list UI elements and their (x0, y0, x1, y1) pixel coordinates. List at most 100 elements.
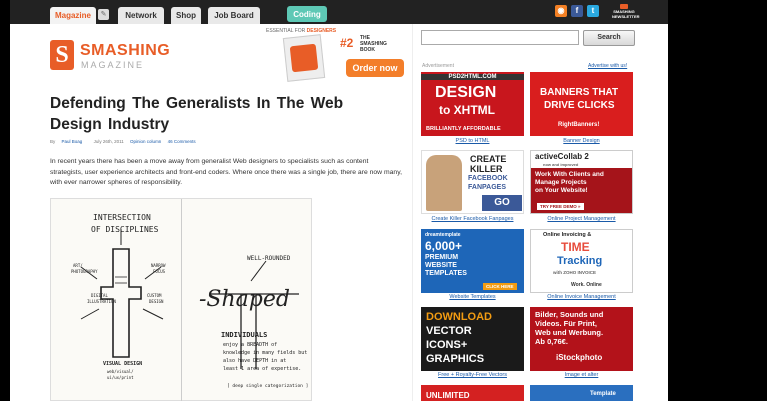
sketch-ind-line-3: knowledge in many fields but (223, 350, 308, 356)
sketch-ind-line-6: [ deep single categorization ] (227, 384, 309, 389)
sketch-label-focus: FOCUS (153, 269, 166, 274)
ad-psd-to-xhtml[interactable]: PSD2HTML.COM DESIGN to XHTML BRILLIANTLY… (421, 72, 524, 136)
book-ad-tagline: ESSENTIAL FOR DESIGNERS (266, 28, 337, 34)
search-input[interactable] (421, 30, 579, 45)
ad-caption[interactable]: Image et alter (530, 372, 633, 378)
ad-caption[interactable]: Website Templates (421, 294, 524, 300)
ad-zoho-invoice[interactable]: Online Invoicing & TIME Tracking with ZO… (530, 229, 633, 293)
ad-text: UNLIMITED (426, 391, 470, 400)
sketch-label-digital: DIGITAL (91, 293, 108, 298)
ad-text: KILLER (470, 164, 503, 174)
smashing-book-ad[interactable]: ESSENTIAL FOR DESIGNERS #2 THE SMASHING BO… (266, 28, 406, 84)
comments-link[interactable]: 46 Comments (168, 139, 196, 144)
book-cover (282, 34, 326, 82)
ad-text: TIME (561, 240, 590, 254)
order-now-button[interactable]: Order now (346, 59, 404, 77)
ad-template[interactable]: Template (530, 385, 633, 401)
ad-text: now and improved (543, 162, 579, 167)
sketch-label-photography: PHOTOGRAPHY (71, 269, 98, 274)
sketch-heading-2: OF DISCIPLINES (91, 225, 159, 234)
sketch-label-design: DESIGN (149, 299, 164, 304)
ad-text: DRIVE CLICKS (544, 100, 615, 111)
logo-subtitle: MAGAZINE (81, 60, 145, 70)
facebook-icon[interactable]: f (571, 5, 583, 17)
top-navigation-bar: Magazine ✎ Network Shop Job Board Coding… (10, 0, 668, 24)
page: Magazine ✎ Network Shop Job Board Coding… (10, 0, 668, 401)
ad-unlimited[interactable]: UNLIMITED (421, 385, 524, 401)
sketch-label-art: ART/ (73, 263, 83, 268)
ad-text: BRILLIANTLY AFFORDABLE (426, 126, 501, 132)
ad-text: iStockphoto (556, 353, 603, 362)
newsletter-label: SMASHING NEWSLETTER (612, 9, 640, 19)
ad-caption[interactable]: Banner Design (530, 138, 633, 144)
byline: By Paul Boag (50, 139, 83, 144)
sketch-well-rounded: WELL-ROUNDED (247, 255, 291, 262)
ad-text: CLICK HERE (483, 283, 517, 290)
publish-date: July 26th, 2011 (93, 139, 124, 144)
twitter-icon[interactable]: t (587, 5, 599, 17)
ad-caption[interactable]: Create Killer Facebook Fanpages (421, 216, 524, 222)
tag-icon[interactable]: ✎ (98, 9, 109, 20)
tab-job-board[interactable]: Job Board (208, 7, 260, 24)
advertisement-label: Advertisement (422, 63, 454, 69)
sketch-individuals: INDIVIDUALS (221, 331, 268, 339)
logo-title: SMASHING (80, 42, 171, 59)
ad-istockphoto[interactable]: Bilder, Sounds und Videos. Für Print, We… (530, 307, 633, 371)
ad-text: Online Invoicing & (543, 232, 592, 238)
sketch-ind-line-4: also have DEPTH in at (223, 358, 287, 364)
tab-shop[interactable]: Shop (171, 7, 201, 24)
ad-text: FACEBOOK (468, 175, 508, 182)
ad-text: to XHTML (439, 103, 495, 117)
ad-text: VECTOR (426, 325, 472, 337)
ad-text: PREMIUM (425, 254, 459, 261)
ad-text: dreamtemplate (425, 232, 461, 238)
smashing-logo[interactable]: S SMASHING MAGAZINE (50, 40, 170, 74)
sketch-label-narrow: NARROW (151, 263, 166, 268)
ad-text: Ab 0,76€. (535, 337, 568, 346)
sketch-ind-line-5: least 1 area of expertise. (223, 366, 302, 372)
ad-text: on Your Website! (535, 187, 588, 194)
newsletter-link[interactable]: SMASHING NEWSLETTER (612, 4, 640, 19)
ad-text: FANPAGES (468, 184, 506, 191)
ad-text: WEBSITE (425, 262, 457, 269)
ad-text: Web und Werbung. (535, 328, 604, 337)
ad-text: RightBanners! (558, 122, 600, 128)
book-number: #2 (340, 36, 354, 50)
rss-icon[interactable]: ◉ (555, 5, 567, 17)
advertise-link[interactable]: Advertise with us! (588, 63, 627, 69)
ad-text: TRY FREE DEMO » (537, 203, 584, 210)
ad-text: Work. Online (571, 282, 602, 288)
ad-go-button: GO (482, 195, 522, 211)
search-button[interactable]: Search (583, 30, 635, 46)
sketch-heading-1: INTERSECTION (93, 213, 151, 222)
ad-right-banners[interactable]: BANNERS THAT DRIVE CLICKS RightBanners! (530, 72, 633, 136)
ad-text: GRAPHICS (426, 353, 485, 365)
ad-facebook-fanpages[interactable]: CREATE KILLER FACEBOOK FANPAGES GO (421, 150, 524, 214)
ad-vector-graphics[interactable]: DOWNLOAD VECTOR ICONS+ GRAPHICS (421, 307, 524, 371)
tab-coding[interactable]: Coding (287, 6, 327, 22)
ad-caption[interactable]: Free + Royalty-Free Vectors (421, 372, 524, 378)
ad-dreamtemplate[interactable]: dreamtemplate 6,000+ PREMIUM WEBSITE TEM… (421, 229, 524, 293)
ad-person-photo (426, 155, 462, 211)
sketch-label-illustration: ILLUSTRATION (87, 299, 116, 304)
tab-network[interactable]: Network (118, 7, 164, 24)
ad-caption[interactable]: PSD to HTML (421, 138, 524, 144)
ad-text: TEMPLATES (425, 270, 467, 277)
ad-caption[interactable]: Online Project Management (530, 216, 633, 222)
ad-caption[interactable]: Online Invoice Management (530, 294, 633, 300)
ad-text: DOWNLOAD (426, 311, 492, 323)
category-link[interactable]: Opinion column (130, 139, 161, 144)
article-meta: By Paul Boag July 26th, 2011 Opinion col… (50, 139, 201, 144)
ad-text: Work With Clients and (535, 171, 604, 178)
sketch-vd-line-2: web/visual/ (107, 369, 134, 374)
ad-text: DESIGN (435, 84, 497, 101)
ad-text: ICONS+ (426, 339, 468, 351)
article-illustration: INTERSECTION OF DISCIPLINES ART/ PHOTOGR… (50, 198, 312, 401)
ad-text: Bilder, Sounds und (535, 310, 604, 319)
ad-text: PSD2HTML.COM (421, 74, 524, 80)
article-title[interactable]: Defending The Generalists In The Web Des… (50, 93, 390, 135)
tab-magazine[interactable]: Magazine (50, 7, 96, 24)
ad-activecollab[interactable]: activeCollab 2 now and improved Work Wit… (530, 150, 633, 214)
author-link[interactable]: Paul Boag (62, 139, 83, 144)
article-intro: In recent years there has been a move aw… (50, 158, 402, 186)
